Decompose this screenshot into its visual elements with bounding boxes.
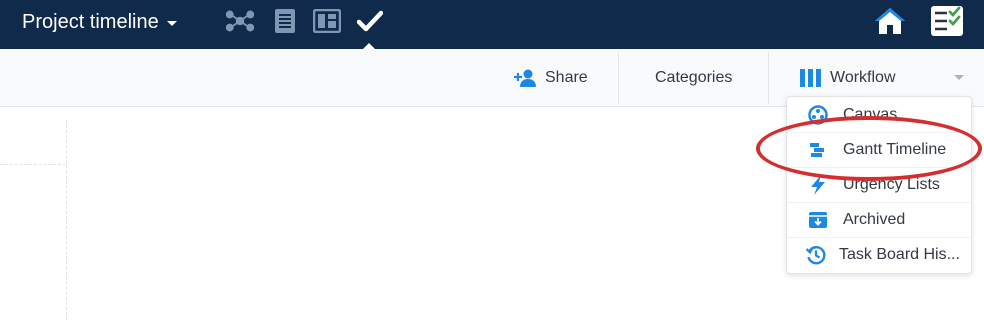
menu-item-label: Archived — [843, 211, 906, 228]
home-icon[interactable] — [873, 6, 907, 36]
history-icon — [805, 244, 827, 266]
menu-item-canvas[interactable]: Canvas — [787, 97, 973, 132]
menu-item-label: Gantt Timeline — [843, 141, 947, 158]
share-label: Share — [545, 69, 588, 86]
grid-line — [66, 120, 67, 320]
menu-item-label: Task Board His... — [839, 246, 960, 263]
board-icon[interactable] — [313, 7, 341, 35]
grid-line — [0, 164, 66, 165]
menu-item-label: Urgency Lists — [843, 176, 940, 193]
gantt-icon — [807, 139, 829, 161]
menu-item-archived[interactable]: Archived — [787, 202, 973, 237]
document-icon[interactable] — [271, 7, 299, 35]
menu-item-task-board-history[interactable]: Task Board His... — [787, 237, 973, 272]
categories-label: Categories — [655, 69, 733, 86]
workflow-dropdown-menu: Canvas Gantt Timeline Urgency Lists Arch… — [786, 96, 973, 274]
menu-item-gantt-timeline[interactable]: Gantt Timeline — [787, 132, 973, 167]
menu-item-urgency-lists[interactable]: Urgency Lists — [787, 167, 973, 202]
columns-icon — [800, 69, 821, 87]
lightning-icon — [807, 174, 829, 196]
toolbar-divider — [618, 52, 619, 104]
project-title: Project timeline — [22, 10, 159, 33]
toolbar-divider — [768, 52, 769, 104]
checklist-icon[interactable] — [929, 4, 965, 38]
canvas-icon — [807, 104, 829, 126]
workflow-label: Workflow — [830, 69, 896, 86]
project-title-dropdown[interactable]: Project timeline — [22, 9, 177, 35]
archive-icon — [807, 209, 829, 231]
share-button[interactable]: Share — [513, 49, 588, 107]
menu-item-label: Canvas — [843, 105, 898, 123]
mindmap-icon[interactable] — [226, 7, 254, 35]
chevron-down-icon — [166, 20, 177, 26]
chevron-down-icon[interactable] — [954, 75, 964, 80]
checkmark-icon[interactable] — [356, 7, 384, 35]
add-user-icon — [514, 69, 536, 87]
categories-button[interactable]: Categories — [655, 49, 732, 107]
